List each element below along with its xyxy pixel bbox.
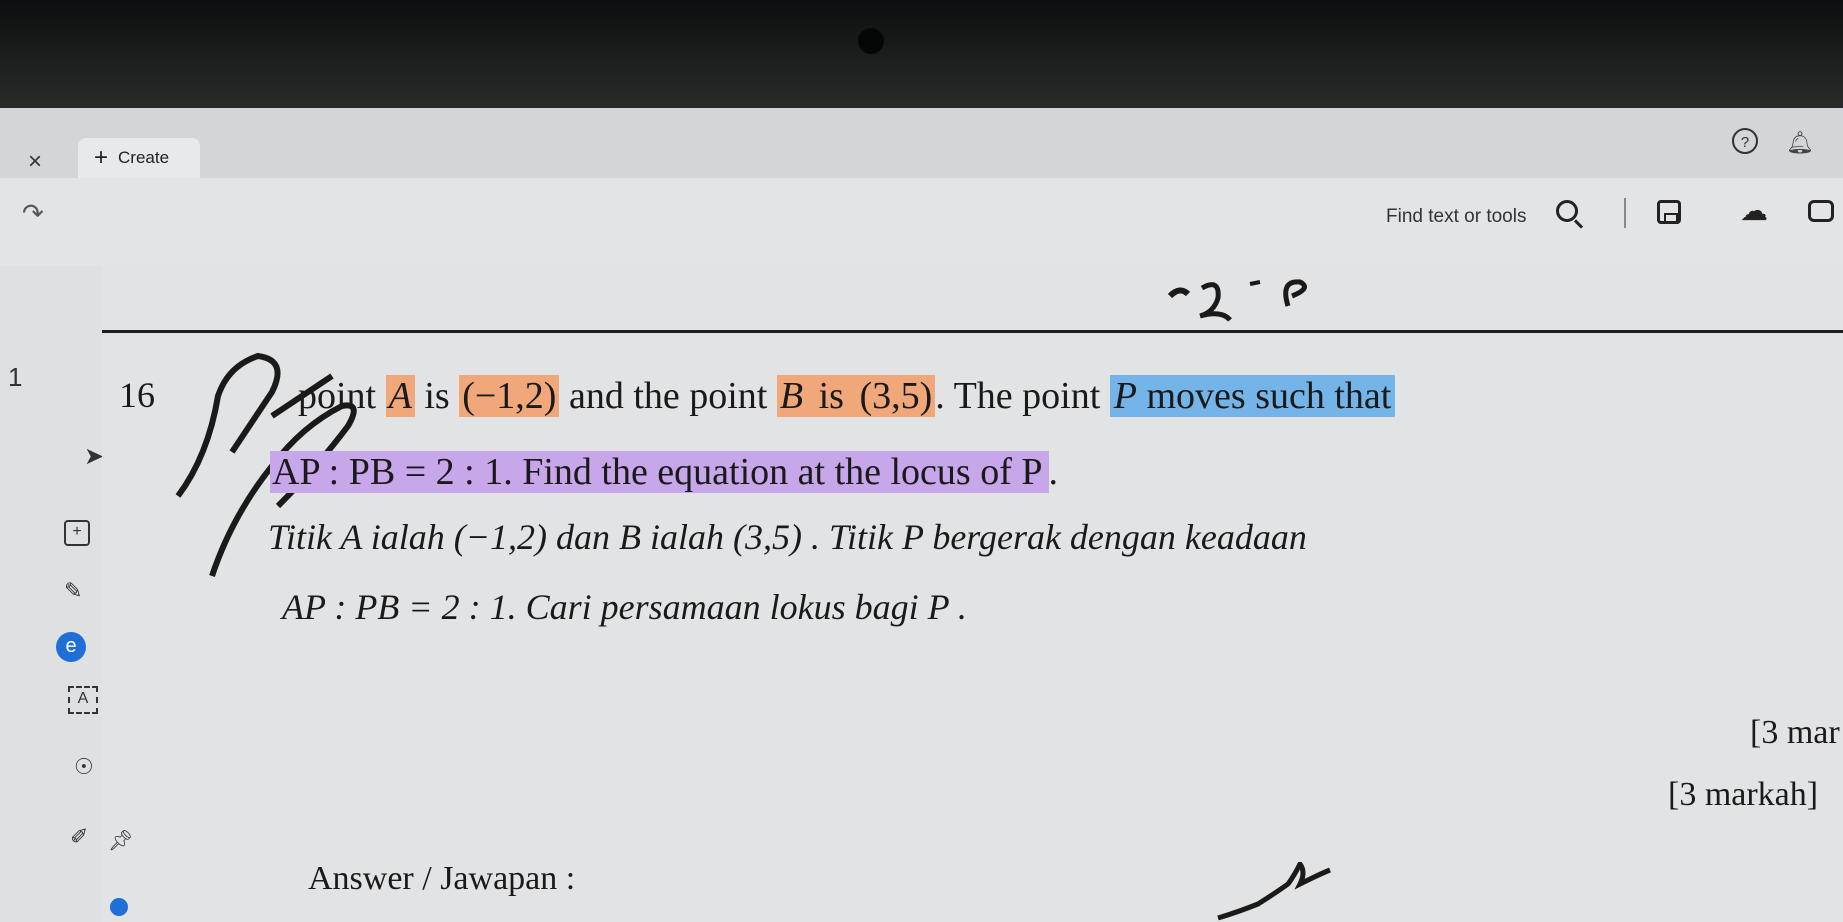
find-text-or-tools[interactable]: Find text or tools — [1386, 206, 1526, 228]
add-text-box-icon[interactable]: A — [68, 686, 98, 714]
point-b-label: B — [776, 375, 807, 417]
page-divider-rule — [102, 330, 1843, 333]
plus-icon: + — [94, 144, 109, 171]
create-tab-label: Create — [118, 148, 170, 167]
notifications-bell-icon[interactable]: 🔔︎ — [1786, 130, 1814, 156]
answer-label: Answer / Jawapan : — [308, 860, 576, 897]
save-icon[interactable] — [1657, 200, 1681, 224]
point-b-coords: (3,5) — [856, 375, 936, 417]
marks-malay: [3 markah] — [1668, 776, 1819, 813]
left-tools-rail: 1 ➤ + ✎ e A ☉ ✐ — [0, 266, 104, 922]
eraser-icon[interactable]: ✐ — [70, 824, 88, 850]
pin-icon[interactable]: 📌︎ — [108, 828, 133, 853]
q-text: and the point — [559, 375, 777, 417]
tab-bar: × + Create ? 🔔︎ — [0, 108, 1843, 178]
question-ms-line-1: Titik A ialah (−1,2) dan B ialah (3,5) .… — [268, 517, 1307, 557]
blue-dot-indicator — [110, 898, 128, 916]
q-text: is — [414, 375, 460, 417]
screen: × + Create ? 🔔︎ ↷ Find text or tools ☁ 1… — [0, 108, 1843, 922]
webcam — [858, 28, 884, 54]
q-text: point — [298, 375, 386, 417]
toolbar: ↷ Find text or tools ☁ — [0, 178, 1843, 266]
question-number: 16 — [119, 375, 155, 415]
redo-icon[interactable]: ↷ — [22, 198, 44, 229]
handwritten-scribble-top — [1167, 279, 1307, 322]
search-icon[interactable] — [1556, 200, 1578, 222]
draw-freehand-icon[interactable]: e — [56, 632, 86, 662]
question-ms-line-2: AP : PB = 2 : 1. Cari persamaan lokus ba… — [282, 587, 967, 627]
marks-english: [3 mar — [1750, 714, 1840, 751]
print-icon[interactable] — [1808, 200, 1834, 222]
point-p-label: P — [1113, 375, 1137, 417]
monitor-bezel — [0, 0, 1843, 112]
q-text: . — [1048, 451, 1059, 493]
close-tab-icon[interactable]: × — [28, 148, 42, 176]
stamp-icon[interactable]: ☉ — [74, 754, 94, 780]
point-a-label: A — [385, 375, 415, 417]
page-number: 1 — [8, 362, 23, 392]
question-en-line-1: point A is (−1,2) and the point B is (3,… — [298, 374, 1396, 418]
ratio-locus-highlight: AP : PB = 2 : 1. Find the equation at th… — [270, 451, 1049, 493]
highlighter-pen-icon[interactable]: ✎ — [64, 578, 82, 604]
help-icon[interactable]: ? — [1732, 128, 1758, 154]
create-tab[interactable]: + Create — [78, 138, 200, 178]
question-en-line-2: AP : PB = 2 : 1. Find the equation at th… — [270, 450, 1058, 494]
document-page: 16 point A is (−1,2) and the point B is … — [102, 266, 1843, 922]
add-comment-icon[interactable]: + — [64, 520, 90, 546]
upload-cloud-icon[interactable]: ☁ — [1740, 194, 1768, 227]
point-a-coords: (−1,2) — [459, 375, 560, 417]
q-text: . The point — [935, 375, 1110, 417]
moving-point-highlight: P moves such that — [1109, 375, 1396, 417]
q-text: moves such that — [1136, 375, 1392, 417]
handwritten-scribble-bottom — [1217, 862, 1331, 921]
q-text: is — [806, 375, 857, 417]
toolbar-divider — [1624, 198, 1626, 228]
